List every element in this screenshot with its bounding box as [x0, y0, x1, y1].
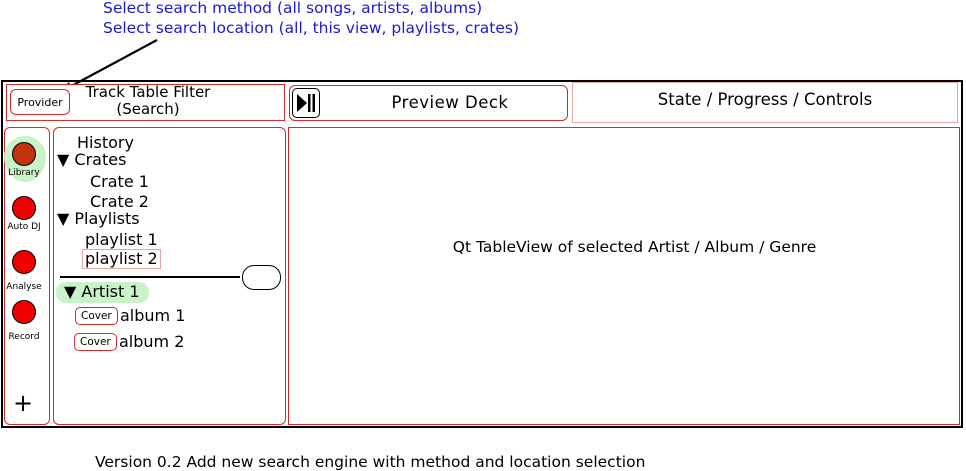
tree-item-crate-1[interactable]: Crate 1	[90, 172, 149, 192]
sidebar-item-library[interactable]: Library	[0, 168, 48, 178]
search-filter-title: Track Table Filter	[85, 83, 211, 101]
record-icon[interactable]	[12, 300, 36, 324]
preview-deck-label: Preview Deck	[391, 93, 509, 112]
play-pause-button[interactable]	[292, 88, 320, 118]
tree-item-artist-1[interactable]: ▼ Artist 1	[56, 282, 149, 303]
table-placeholder-label: Qt TableView of selected Artist / Album …	[452, 238, 817, 256]
sidebar-item-record[interactable]: Record	[0, 332, 48, 342]
album-1-label[interactable]: album 1	[120, 306, 185, 325]
sidebar-item-analyse[interactable]: Analyse	[0, 282, 48, 292]
auto-dj-icon[interactable]	[12, 196, 36, 220]
version-note: Version 0.2 Add new search engine with m…	[95, 453, 646, 471]
tree-item-crates[interactable]: ▼ Crates	[57, 150, 126, 170]
splitter-line	[60, 276, 240, 278]
album-1-cover[interactable]: Cover	[75, 307, 118, 325]
provider-button[interactable]: Provider	[10, 89, 70, 115]
add-icon[interactable]: +	[10, 390, 36, 416]
album-2-label[interactable]: album 2	[119, 332, 184, 351]
tree-item-playlists[interactable]: ▼ Playlists	[57, 209, 140, 229]
state-label: State / Progress / Controls	[657, 90, 873, 109]
analyse-icon[interactable]	[12, 250, 36, 274]
splitter-handle[interactable]	[242, 265, 281, 290]
search-filter-subtitle: (Search)	[116, 100, 180, 118]
search-filter-label: Track Table Filter (Search)	[70, 84, 226, 118]
album-2-cover[interactable]: Cover	[74, 333, 117, 351]
play-pause-icon	[297, 94, 315, 112]
library-icon[interactable]	[12, 142, 36, 166]
sidebar-item-auto-dj[interactable]: Auto DJ	[0, 222, 48, 232]
track-table-view[interactable]	[288, 127, 960, 425]
tree-item-playlist-2[interactable]: playlist 2	[82, 249, 161, 269]
tree-item-playlist-1[interactable]: playlist 1	[85, 230, 158, 250]
